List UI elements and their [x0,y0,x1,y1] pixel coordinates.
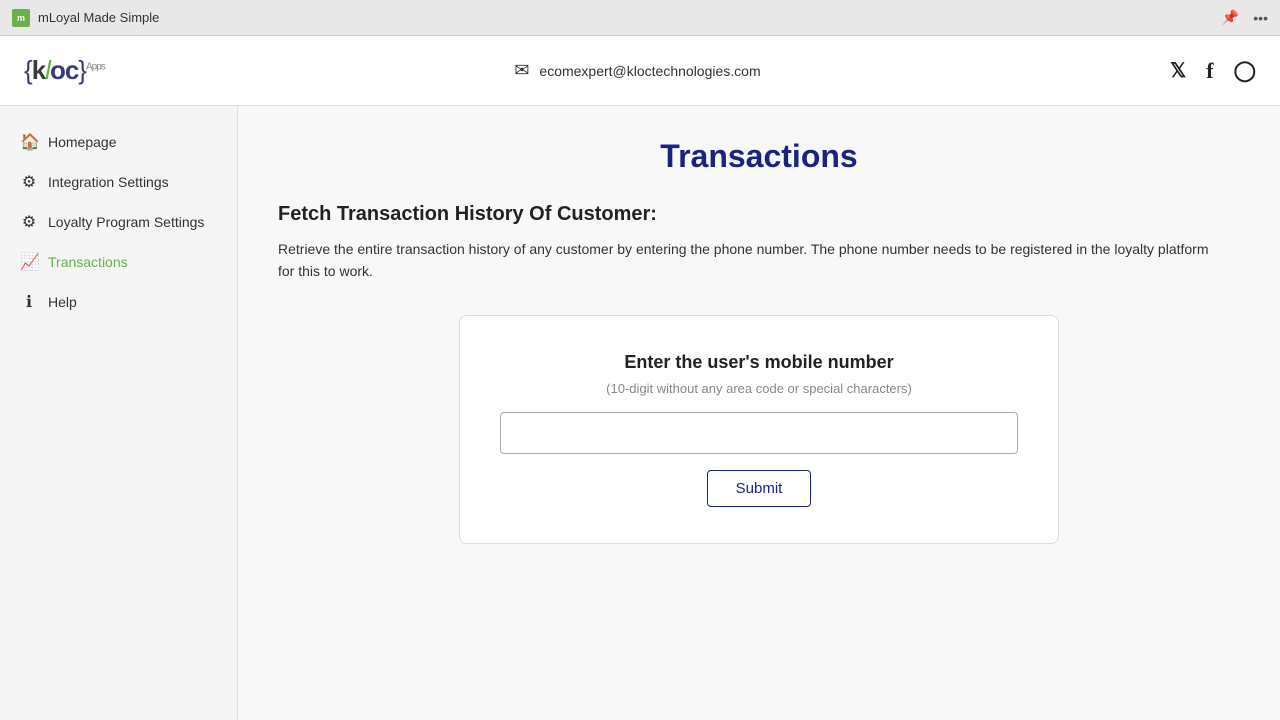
home-icon: 🏠 [20,132,38,152]
browser-bar: m mLoyal Made Simple 📌 ••• [0,0,1280,36]
card-title: Enter the user's mobile number [624,352,893,373]
sidebar-item-integration-settings[interactable]: ⚙ Integration Settings [0,162,237,202]
mobile-number-input[interactable] [500,412,1018,454]
logo: {kloc}Apps [24,55,105,86]
sidebar-item-loyalty-program-settings[interactable]: ⚙ Loyalty Program Settings [0,202,237,242]
facebook-icon[interactable]: f [1206,58,1213,84]
section-description: Retrieve the entire transaction history … [278,238,1218,283]
tab-title: mLoyal Made Simple [38,10,159,25]
content-area: Transactions Fetch Transaction History O… [238,106,1280,720]
sidebar-label-homepage: Homepage [48,134,117,150]
sidebar: 🏠 Homepage ⚙ Integration Settings ⚙ Loya… [0,106,238,720]
help-icon: ℹ [20,292,38,312]
submit-button[interactable]: Submit [707,470,812,507]
header-email: ✉ ecomexpert@kloctechnologies.com [514,60,760,81]
transactions-icon: 📈 [20,252,38,272]
sidebar-label-loyalty-program-settings: Loyalty Program Settings [48,214,204,230]
gear-icon-loyalty: ⚙ [20,212,38,232]
gear-icon-integration: ⚙ [20,172,38,192]
email-icon: ✉ [514,60,529,81]
sidebar-label-integration-settings: Integration Settings [48,174,169,190]
page-title: Transactions [278,138,1240,175]
sidebar-label-transactions: Transactions [48,254,128,270]
browser-tab: m mLoyal Made Simple [12,9,159,27]
header: {kloc}Apps ✉ ecomexpert@kloctechnologies… [0,36,1280,106]
more-options-icon[interactable]: ••• [1253,10,1268,26]
sidebar-item-homepage[interactable]: 🏠 Homepage [0,122,237,162]
card-subtitle: (10-digit without any area code or speci… [606,381,912,396]
sidebar-label-help: Help [48,294,77,310]
twitter-icon[interactable]: 𝕏 [1170,58,1186,83]
pin-icon[interactable]: 📌 [1222,9,1239,26]
mobile-number-card: Enter the user's mobile number (10-digit… [459,315,1059,544]
email-address: ecomexpert@kloctechnologies.com [539,63,760,79]
instagram-icon[interactable]: ◯ [1234,58,1256,83]
sidebar-item-help[interactable]: ℹ Help [0,282,237,322]
header-social: 𝕏 f ◯ [1170,58,1256,84]
browser-controls: 📌 ••• [1222,9,1268,26]
sidebar-item-transactions[interactable]: 📈 Transactions [0,242,237,282]
app-wrapper: {kloc}Apps ✉ ecomexpert@kloctechnologies… [0,36,1280,720]
section-title: Fetch Transaction History Of Customer: [278,203,1240,226]
favicon: m [12,9,30,27]
main-area: 🏠 Homepage ⚙ Integration Settings ⚙ Loya… [0,106,1280,720]
